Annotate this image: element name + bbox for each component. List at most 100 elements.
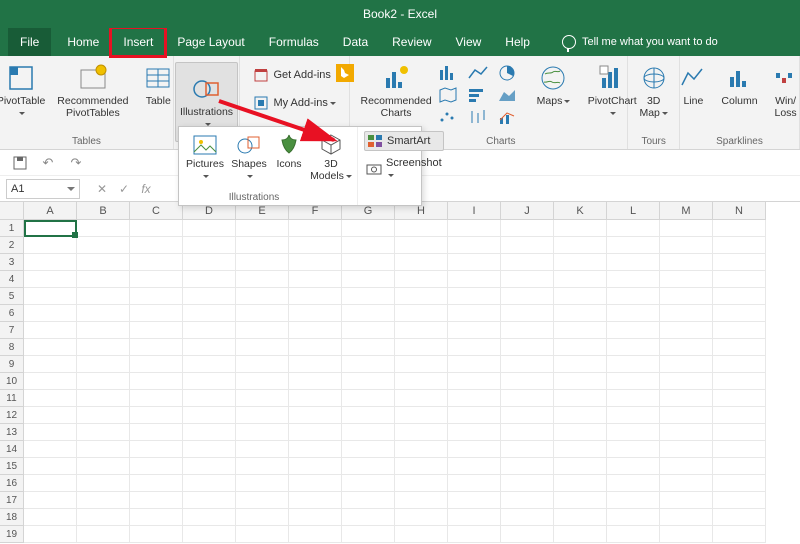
cell[interactable]: [713, 458, 766, 475]
cell[interactable]: [183, 305, 236, 322]
cell[interactable]: [236, 424, 289, 441]
cell[interactable]: [289, 220, 342, 237]
cell[interactable]: [448, 390, 501, 407]
cell[interactable]: [501, 509, 554, 526]
chart-pie-icon[interactable]: [497, 64, 525, 84]
sparkline-winloss-button[interactable]: Win/ Loss: [766, 60, 800, 121]
cell[interactable]: [554, 424, 607, 441]
cell[interactable]: [183, 237, 236, 254]
cell[interactable]: [77, 407, 130, 424]
cell[interactable]: [183, 390, 236, 407]
redo-button[interactable]: ↷: [66, 153, 86, 173]
cell[interactable]: [501, 373, 554, 390]
cell[interactable]: [289, 305, 342, 322]
cell[interactable]: [236, 271, 289, 288]
cell[interactable]: [448, 220, 501, 237]
cell[interactable]: [24, 254, 77, 271]
cell[interactable]: [236, 288, 289, 305]
cell[interactable]: [289, 254, 342, 271]
cell[interactable]: [501, 254, 554, 271]
cell[interactable]: [501, 475, 554, 492]
cell[interactable]: [342, 373, 395, 390]
cell[interactable]: [554, 526, 607, 543]
smartart-button[interactable]: SmartArt: [364, 131, 444, 151]
cell[interactable]: [660, 424, 713, 441]
chart-map-icon[interactable]: [437, 86, 465, 106]
cell[interactable]: [183, 526, 236, 543]
cell[interactable]: [130, 220, 183, 237]
cell[interactable]: [554, 305, 607, 322]
cell[interactable]: [554, 356, 607, 373]
cell[interactable]: [289, 390, 342, 407]
cell[interactable]: [24, 322, 77, 339]
cell[interactable]: [395, 407, 448, 424]
cell[interactable]: [130, 339, 183, 356]
cell[interactable]: [395, 390, 448, 407]
cell[interactable]: [342, 322, 395, 339]
cell[interactable]: [289, 356, 342, 373]
cell[interactable]: [183, 492, 236, 509]
cell[interactable]: [342, 526, 395, 543]
cell[interactable]: [395, 305, 448, 322]
cell[interactable]: [607, 237, 660, 254]
cell[interactable]: [77, 390, 130, 407]
cell[interactable]: [24, 356, 77, 373]
cell[interactable]: [448, 526, 501, 543]
cell[interactable]: [77, 424, 130, 441]
cell[interactable]: [342, 441, 395, 458]
column-header[interactable]: L: [607, 202, 660, 220]
cell[interactable]: [183, 339, 236, 356]
cell[interactable]: [554, 220, 607, 237]
cell[interactable]: [183, 288, 236, 305]
cell[interactable]: [342, 509, 395, 526]
worksheet-grid[interactable]: ABCDEFGHIJKLMN 1234567891011121314151617…: [0, 202, 800, 543]
cell[interactable]: [607, 390, 660, 407]
cell[interactable]: [289, 373, 342, 390]
cancel-formula-button[interactable]: ✕: [94, 182, 110, 196]
column-header[interactable]: K: [554, 202, 607, 220]
save-button[interactable]: [10, 153, 30, 173]
cell[interactable]: [24, 373, 77, 390]
cell[interactable]: [342, 288, 395, 305]
cell[interactable]: [660, 220, 713, 237]
cell[interactable]: [713, 220, 766, 237]
cell[interactable]: [660, 390, 713, 407]
cell[interactable]: [130, 305, 183, 322]
cell[interactable]: [501, 305, 554, 322]
cell[interactable]: [660, 305, 713, 322]
cell[interactable]: [130, 407, 183, 424]
cell[interactable]: [236, 526, 289, 543]
cell[interactable]: [77, 475, 130, 492]
cell[interactable]: [448, 237, 501, 254]
row-header[interactable]: 17: [0, 492, 24, 509]
cell[interactable]: [130, 458, 183, 475]
cell[interactable]: [24, 220, 77, 237]
cell[interactable]: [236, 356, 289, 373]
cell[interactable]: [236, 305, 289, 322]
cell[interactable]: [448, 288, 501, 305]
cell[interactable]: [342, 492, 395, 509]
cell[interactable]: [395, 271, 448, 288]
cell[interactable]: [130, 356, 183, 373]
cell[interactable]: [448, 271, 501, 288]
column-header[interactable]: M: [660, 202, 713, 220]
cell[interactable]: [395, 220, 448, 237]
cell[interactable]: [713, 526, 766, 543]
cell[interactable]: [130, 254, 183, 271]
cell[interactable]: [77, 305, 130, 322]
cell[interactable]: [554, 458, 607, 475]
cell[interactable]: [395, 424, 448, 441]
cell[interactable]: [130, 492, 183, 509]
cell[interactable]: [130, 373, 183, 390]
cell[interactable]: [24, 526, 77, 543]
undo-button[interactable]: ↶: [38, 153, 58, 173]
cell[interactable]: [395, 458, 448, 475]
cell[interactable]: [24, 441, 77, 458]
cell[interactable]: [660, 441, 713, 458]
tab-page-layout[interactable]: Page Layout: [165, 28, 256, 56]
cell[interactable]: [607, 407, 660, 424]
cell[interactable]: [342, 305, 395, 322]
cell[interactable]: [130, 390, 183, 407]
get-addins-button[interactable]: Get Add-ins: [251, 66, 332, 84]
cell[interactable]: [342, 254, 395, 271]
